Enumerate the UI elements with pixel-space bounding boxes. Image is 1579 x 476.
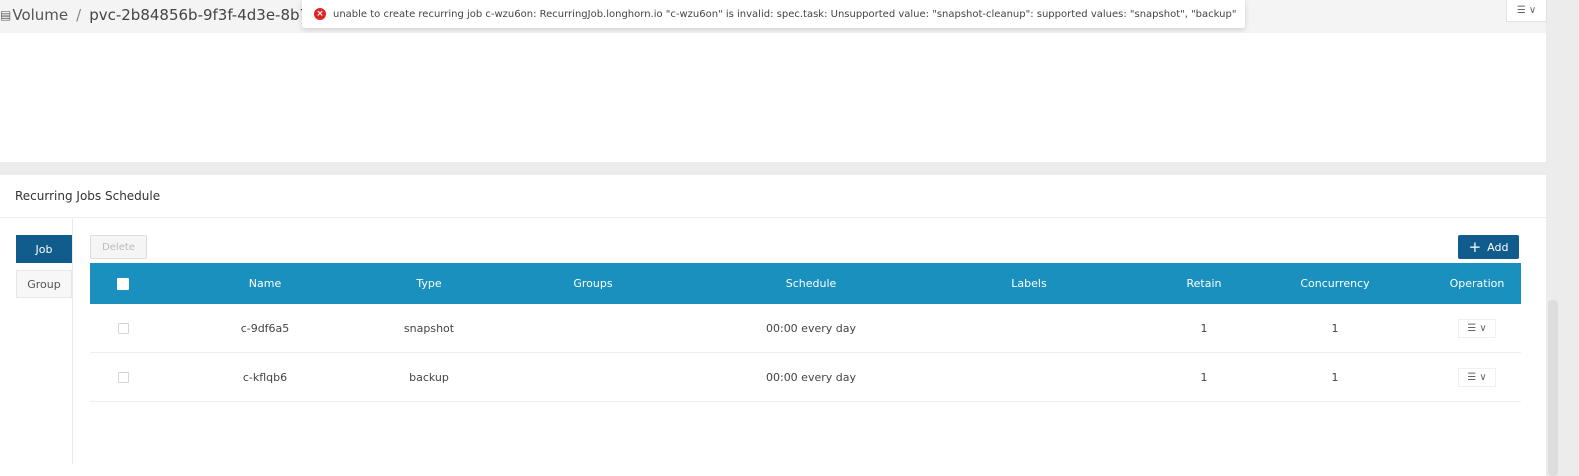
recurring-jobs-table: Name Type Groups Schedule Labels Retain … xyxy=(90,263,1521,402)
column-labels: Labels xyxy=(1011,277,1047,290)
breadcrumb-current: pvc-2b84856b-9f3f-4d3e-8b79-61e xyxy=(89,6,305,24)
cell-groups xyxy=(518,353,668,401)
cell-type: snapshot xyxy=(403,321,455,335)
error-toast: × unable to create recurring job c-wzu6o… xyxy=(302,0,1245,28)
table-header: Name Type Groups Schedule Labels Retain … xyxy=(90,263,1521,304)
chevron-down-icon: ∨ xyxy=(1479,322,1487,334)
breadcrumb-root[interactable]: Volume xyxy=(12,6,68,24)
add-button[interactable]: + Add xyxy=(1458,235,1519,259)
delete-button[interactable]: Delete xyxy=(90,235,147,259)
row-operation-dropdown[interactable]: ☰ ∨ xyxy=(1458,318,1496,338)
cell-name: c-kflqb6 xyxy=(242,370,288,384)
card-title: Recurring Jobs Schedule xyxy=(0,175,1546,218)
cell-groups xyxy=(518,304,668,352)
error-circle-icon: × xyxy=(314,8,326,20)
list-icon: ☰ xyxy=(1467,371,1477,383)
cell-concurrency: 1 xyxy=(1331,370,1339,384)
row-operation-dropdown[interactable]: ☰ ∨ xyxy=(1458,367,1496,387)
chevron-down-icon: ∨ xyxy=(1528,5,1537,16)
cell-concurrency: 1 xyxy=(1331,321,1339,335)
row-checkbox[interactable] xyxy=(117,371,129,383)
row-checkbox[interactable] xyxy=(117,322,129,334)
table-row: c-kflqb6 backup 00:00 every day 1 1 ☰ ∨ xyxy=(90,353,1521,402)
table-row: c-9df6a5 snapshot 00:00 every day 1 1 ☰ … xyxy=(90,304,1521,353)
column-schedule[interactable]: Schedule xyxy=(736,263,886,304)
column-retain[interactable]: Retain xyxy=(1154,263,1254,304)
cell-retain: 1 xyxy=(1200,370,1208,384)
column-groups: Groups xyxy=(573,277,613,290)
tab-group[interactable]: Group xyxy=(16,270,72,298)
breadcrumb-separator: / xyxy=(76,6,82,24)
cell-retain: 1 xyxy=(1200,321,1208,335)
column-name[interactable]: Name xyxy=(190,263,340,304)
toast-message: unable to create recurring job c-wzu6on:… xyxy=(333,8,1237,20)
page-scrollbar[interactable] xyxy=(1548,300,1558,476)
column-operation: Operation xyxy=(1449,277,1505,290)
plus-icon: + xyxy=(1468,237,1482,256)
row-select-cell xyxy=(90,304,156,352)
cell-name: c-9df6a5 xyxy=(240,321,290,335)
chevron-down-icon: ∨ xyxy=(1479,371,1487,383)
list-icon: ☰ xyxy=(1467,322,1477,334)
cell-labels xyxy=(954,353,1104,401)
top-actions-dropdown[interactable]: ☰ ∨ xyxy=(1506,0,1547,22)
add-button-label: Add xyxy=(1487,240,1509,254)
recurring-jobs-card: Recurring Jobs Schedule Job Group Delete… xyxy=(0,175,1546,476)
row-select-cell xyxy=(90,353,156,401)
tab-job[interactable]: Job xyxy=(16,235,72,263)
list-icon: ☰ xyxy=(1516,5,1526,16)
cell-schedule: 00:00 every day xyxy=(765,370,856,384)
cell-schedule: 00:00 every day xyxy=(765,321,856,335)
column-type[interactable]: Type xyxy=(354,263,504,304)
cell-labels xyxy=(954,304,1104,352)
cell-type: backup xyxy=(409,370,449,384)
select-all-checkbox[interactable] xyxy=(117,277,129,290)
breadcrumb: ▤ Volume / pvc-2b84856b-9f3f-4d3e-8b79-6… xyxy=(0,4,305,26)
side-tabs: Job Group xyxy=(0,219,73,464)
column-concurrency[interactable]: Concurrency xyxy=(1285,263,1385,304)
cell-operation: ☰ ∨ xyxy=(1432,353,1522,401)
volume-icon: ▤ xyxy=(0,8,12,22)
cell-operation: ☰ ∨ xyxy=(1432,304,1522,352)
volume-details-panel xyxy=(0,33,1546,162)
select-all-cell xyxy=(90,263,156,304)
